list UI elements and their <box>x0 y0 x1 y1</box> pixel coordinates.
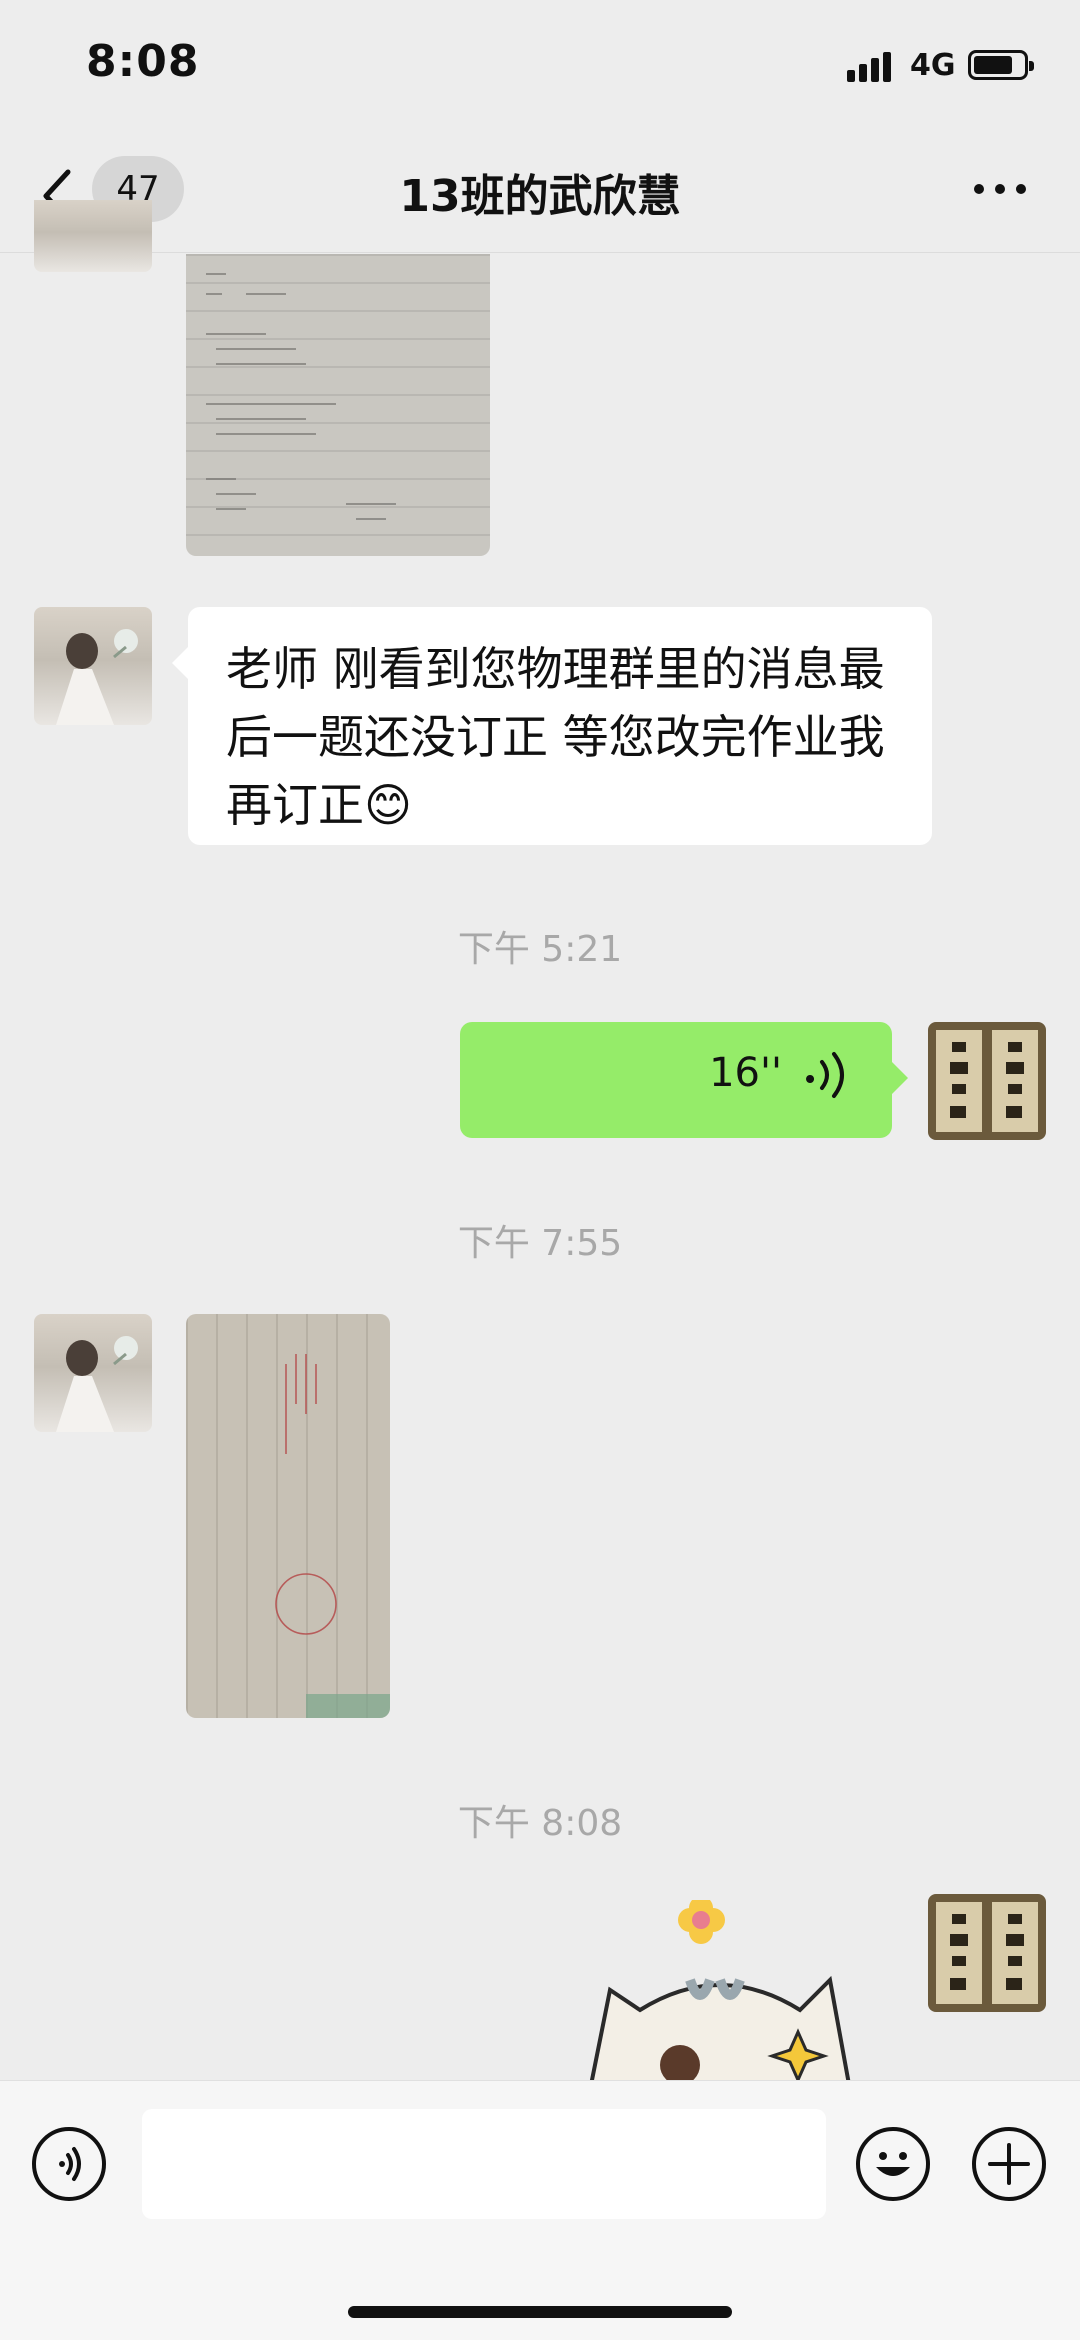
battery-icon <box>968 50 1034 80</box>
timestamp: 下午 5:21 <box>457 929 623 970</box>
more-icon[interactable] <box>970 178 1030 198</box>
user-avatar[interactable] <box>928 1894 1046 2012</box>
plus-icon[interactable] <box>972 2127 1046 2201</box>
contact-avatar[interactable] <box>34 607 152 725</box>
timestamp: 下午 7:55 <box>457 1223 623 1264</box>
input-bar <box>0 2080 1080 2340</box>
contact-avatar[interactable] <box>34 200 152 272</box>
message-text: 老师 刚看到您物理群里的消息最后一题还没订正 等您改完作业我再订正😊 <box>226 642 885 832</box>
cat-sticker[interactable] <box>570 1900 870 2080</box>
signal-icon <box>847 50 899 82</box>
voice-icon[interactable] <box>32 2127 106 2201</box>
timestamp: 下午 8:08 <box>457 1803 623 1844</box>
homework-photo[interactable] <box>186 254 490 556</box>
contact-avatar[interactable] <box>34 1314 152 1432</box>
status-time: 8:08 <box>86 36 200 87</box>
user-avatar[interactable] <box>928 1022 1046 1140</box>
voice-wave-icon <box>806 1052 844 1098</box>
chat-title: 13班的武欣慧 <box>399 171 681 222</box>
received-message[interactable]: 老师 刚看到您物理群里的消息最后一题还没订正 等您改完作业我再订正😊 <box>172 607 932 845</box>
home-indicator[interactable] <box>348 2306 732 2318</box>
status-bar: 8:08 4G <box>0 0 1080 140</box>
voice-message[interactable]: 16'' <box>460 1022 908 1138</box>
message-input[interactable] <box>142 2109 826 2219</box>
voice-duration: 16'' <box>709 1050 782 1096</box>
emoji-icon[interactable] <box>856 2127 930 2201</box>
chat-header: 47 13班的武欣慧 <box>0 140 1080 253</box>
network-label: 4G <box>910 48 956 83</box>
homework-photo[interactable] <box>186 1314 390 1718</box>
